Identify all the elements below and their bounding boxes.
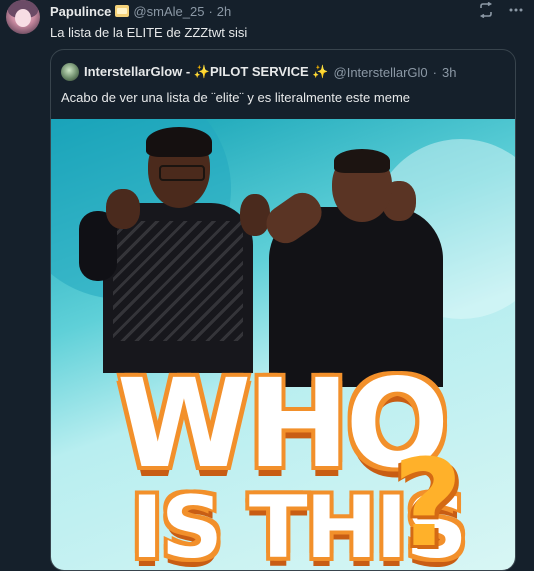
right-person-hair: [334, 149, 390, 173]
quote-separator-dot: ·: [432, 64, 437, 80]
separator-dot: ·: [208, 3, 213, 19]
tweet-text: La lista de la ELITE de ZZZtwt sisi: [50, 25, 248, 40]
more-icon[interactable]: [508, 2, 524, 18]
quote-author-handle[interactable]: @InterstellarGl0: [334, 65, 428, 80]
author-handle[interactable]: @smAle_25: [133, 4, 204, 19]
tweet-header: Papulince @smAle_25 · 2h: [50, 2, 231, 20]
left-person-hand: [240, 194, 270, 236]
question-mark-graphic: ?: [393, 435, 463, 570]
avatar[interactable]: [6, 0, 40, 34]
quote-media-image[interactable]: WHO IS THIS ?: [51, 119, 515, 570]
tweet-actions: [478, 2, 524, 18]
quoted-tweet[interactable]: InterstellarGlow - ✨PILOT SERVICE ✨ @Int…: [50, 49, 516, 571]
retweet-icon[interactable]: [478, 2, 494, 18]
left-person-hand: [106, 189, 140, 229]
author-name[interactable]: Papulince: [50, 4, 111, 19]
left-person-glasses: [159, 165, 205, 181]
left-person-hair: [146, 127, 212, 157]
avatar-face: [15, 9, 31, 27]
quote-header: InterstellarGlow - ✨PILOT SERVICE ✨ @Int…: [61, 63, 456, 81]
timestamp[interactable]: 2h: [217, 4, 231, 19]
quote-avatar[interactable]: [61, 63, 79, 81]
crown-icon: [115, 5, 130, 17]
quote-text: Acabo de ver una lista de ¨elite¨ y es l…: [61, 90, 411, 105]
quote-timestamp[interactable]: 3h: [442, 65, 456, 80]
quote-author-name[interactable]: InterstellarGlow - ✨PILOT SERVICE ✨: [84, 64, 329, 80]
tweet[interactable]: Papulince @smAle_25 · 2h La lista de la …: [0, 0, 534, 571]
